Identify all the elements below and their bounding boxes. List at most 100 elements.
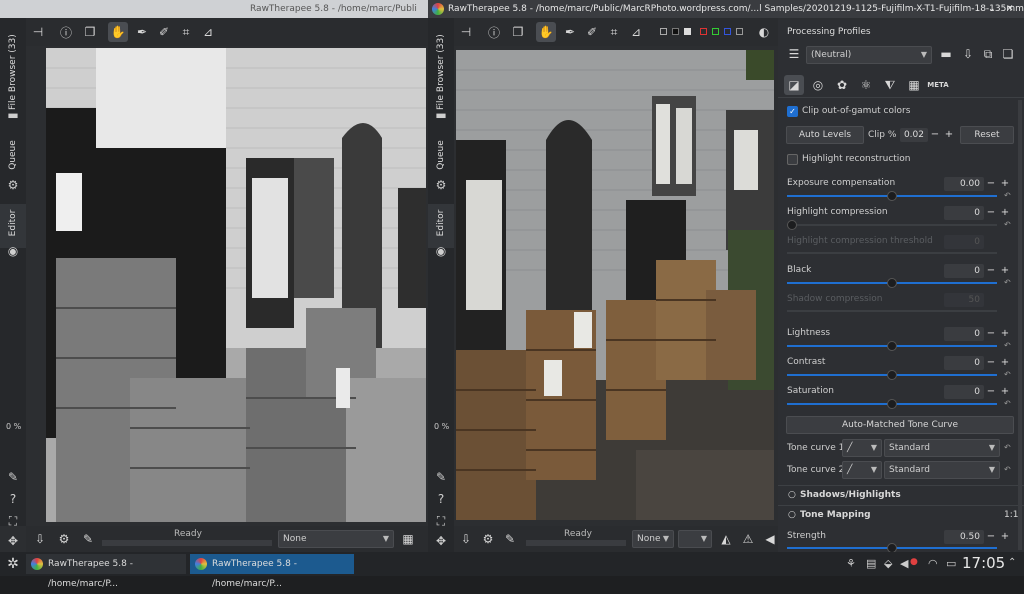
exposure-minus-button[interactable]: − bbox=[986, 177, 996, 191]
fullscreen-icon[interactable]: ⛶ bbox=[432, 512, 450, 530]
black-knob[interactable] bbox=[887, 278, 897, 288]
tab-queue[interactable]: Queue bbox=[428, 136, 454, 176]
panel-scrollbar[interactable] bbox=[1018, 100, 1022, 550]
taskbar-item-2[interactable]: RawTherapee 5.8 - /home/marc/P... bbox=[190, 554, 354, 589]
color-picker-icon[interactable]: ✒ bbox=[132, 22, 152, 42]
reset-icon[interactable]: ↶ bbox=[1004, 399, 1011, 408]
before-after-icon[interactable]: ❐ bbox=[80, 22, 100, 42]
battery-icon[interactable]: ▭ bbox=[946, 557, 956, 570]
copy-profile-icon[interactable]: ⧉ bbox=[978, 44, 998, 64]
crop-icon[interactable]: ⌗ bbox=[604, 22, 624, 42]
contrast-input[interactable]: 0 bbox=[944, 356, 984, 370]
strength-minus-button[interactable]: − bbox=[986, 530, 996, 544]
tone-curve2-type[interactable]: ╱ ▼ bbox=[842, 461, 882, 479]
wifi-icon[interactable]: ◠ bbox=[928, 557, 938, 570]
reset-icon[interactable]: ↶ bbox=[1004, 220, 1011, 229]
color-picker-icon[interactable]: ✒ bbox=[560, 22, 580, 42]
black-slider[interactable] bbox=[787, 278, 997, 288]
clock[interactable]: 17:05 bbox=[962, 554, 1005, 572]
tone-curve1-select[interactable]: Standard ▼ bbox=[884, 439, 1000, 457]
edit-external-icon[interactable]: ✎ bbox=[500, 529, 520, 549]
exposure-slider[interactable] bbox=[787, 191, 997, 201]
left-titlebar[interactable]: RawTherapee 5.8 - /home/marc/Publi bbox=[0, 0, 428, 18]
contrast-knob[interactable] bbox=[887, 370, 897, 380]
saturation-knob[interactable] bbox=[887, 399, 897, 409]
help-icon[interactable]: ? bbox=[4, 490, 22, 508]
contrast-plus-button[interactable]: + bbox=[1000, 356, 1010, 370]
tray-icon-clipboard[interactable]: ▤ bbox=[866, 557, 876, 570]
color-profile-combo[interactable]: ▼ bbox=[678, 530, 712, 548]
reset-icon[interactable]: ↶ bbox=[1004, 191, 1011, 200]
lightness-knob[interactable] bbox=[887, 341, 897, 351]
contrast-slider[interactable] bbox=[787, 370, 997, 380]
clip-gamut-checkbox[interactable]: ✓ bbox=[787, 106, 798, 117]
hand-tool-icon[interactable]: ✋ bbox=[108, 22, 128, 42]
exposure-plus-button[interactable]: + bbox=[1000, 177, 1010, 191]
auto-levels-button[interactable]: Auto Levels bbox=[786, 126, 864, 144]
open-profile-icon[interactable]: ▬ bbox=[936, 44, 956, 64]
softproof-icon[interactable]: ◭ bbox=[716, 529, 736, 549]
aperture-icon[interactable]: ◉ bbox=[4, 242, 22, 260]
contrast-minus-button[interactable]: − bbox=[986, 356, 996, 370]
info-icon[interactable]: ⓘ bbox=[484, 22, 504, 42]
metadata-tab[interactable]: META bbox=[927, 75, 948, 95]
gamut-check-icon[interactable]: ⚠ bbox=[738, 529, 758, 549]
add-marker-icon[interactable]: ✎ bbox=[432, 468, 450, 486]
profile-select[interactable]: (Neutral) ▼ bbox=[806, 46, 932, 64]
navigator-icon[interactable]: ✥ bbox=[4, 532, 22, 550]
hc-plus-button[interactable]: + bbox=[1000, 206, 1010, 220]
black-input[interactable]: 0 bbox=[944, 264, 984, 278]
split-view-icon[interactable]: ⊣ bbox=[456, 22, 476, 42]
tone-curve2-select[interactable]: Standard ▼ bbox=[884, 461, 1000, 479]
saturation-plus-button[interactable]: + bbox=[1000, 385, 1010, 399]
add-marker-icon[interactable]: ✎ bbox=[4, 468, 22, 486]
lightness-input[interactable]: 0 bbox=[944, 327, 984, 341]
taskbar-item-1[interactable]: RawTherapee 5.8 - /home/marc/P... bbox=[26, 554, 186, 589]
right-titlebar[interactable]: RawTherapee 5.8 - /home/marc/Public/Marc… bbox=[428, 0, 1024, 18]
preview-mode-icon[interactable]: ◐ bbox=[754, 22, 774, 42]
save-icon[interactable]: ⇩ bbox=[30, 529, 50, 549]
split-view-icon[interactable]: ⊣ bbox=[28, 22, 48, 42]
exposure-knob[interactable] bbox=[887, 191, 897, 201]
collapse-panel-icon[interactable]: ◀ bbox=[760, 529, 780, 549]
advanced-tab-icon[interactable]: ⚛ bbox=[856, 75, 876, 95]
tone-mapping-section[interactable]: ○ Tone Mapping 1:1 bbox=[778, 505, 1024, 523]
detail-tab-icon[interactable]: ◎ bbox=[808, 75, 828, 95]
straighten-icon[interactable]: ⊿ bbox=[626, 22, 646, 42]
profile-combo[interactable]: None ▼ bbox=[278, 530, 394, 548]
strength-slider[interactable] bbox=[787, 543, 997, 553]
reset-icon[interactable]: ↶ bbox=[1004, 278, 1011, 287]
hc-knob[interactable] bbox=[787, 220, 797, 230]
shadows-highlights-section[interactable]: ○ Shadows/Highlights bbox=[778, 485, 1024, 503]
save-profile-icon[interactable]: ⇩ bbox=[958, 44, 978, 64]
lightness-plus-button[interactable]: + bbox=[1000, 327, 1010, 341]
queue-icon[interactable]: ⚙ bbox=[478, 529, 498, 549]
fullscreen-icon[interactable]: ⛶ bbox=[4, 512, 22, 530]
black-minus-button[interactable]: − bbox=[986, 264, 996, 278]
queue-icon[interactable]: ⚙ bbox=[54, 529, 74, 549]
hand-tool-icon[interactable]: ✋ bbox=[536, 22, 556, 42]
exposure-tab-icon[interactable]: ◪ bbox=[784, 75, 804, 95]
minimize-icon[interactable]: ⌄ bbox=[988, 0, 996, 18]
tab-file-browser[interactable]: File Browser (33) bbox=[0, 34, 26, 112]
tab-file-browser[interactable]: File Browser (33) bbox=[428, 34, 454, 112]
profile-combo[interactable]: None ▼ bbox=[632, 530, 674, 548]
save-icon[interactable]: ⇩ bbox=[456, 529, 476, 549]
strength-input[interactable]: 0.50 bbox=[944, 530, 984, 544]
strength-plus-button[interactable]: + bbox=[1000, 530, 1010, 544]
clip-minus-button[interactable]: − bbox=[930, 128, 940, 142]
hc-minus-button[interactable]: − bbox=[986, 206, 996, 220]
white-balance-icon[interactable]: ✐ bbox=[154, 22, 174, 42]
reset-icon[interactable]: ↶ bbox=[1004, 465, 1011, 474]
saturation-input[interactable]: 0 bbox=[944, 385, 984, 399]
lightness-minus-button[interactable]: − bbox=[986, 327, 996, 341]
reset-icon[interactable]: ↶ bbox=[1004, 370, 1011, 379]
left-preview-image[interactable] bbox=[46, 48, 426, 522]
auto-matched-tone-curve-button[interactable]: Auto-Matched Tone Curve bbox=[786, 416, 1014, 434]
highlight-reconstruction-checkbox[interactable] bbox=[787, 154, 798, 165]
clip-plus-button[interactable]: + bbox=[944, 128, 954, 142]
saturation-minus-button[interactable]: − bbox=[986, 385, 996, 399]
start-menu-icon[interactable]: ✲ bbox=[4, 555, 22, 573]
clip-percent-input[interactable]: 0.02 bbox=[900, 128, 928, 142]
profile-list-icon[interactable]: ☰ bbox=[784, 44, 804, 64]
